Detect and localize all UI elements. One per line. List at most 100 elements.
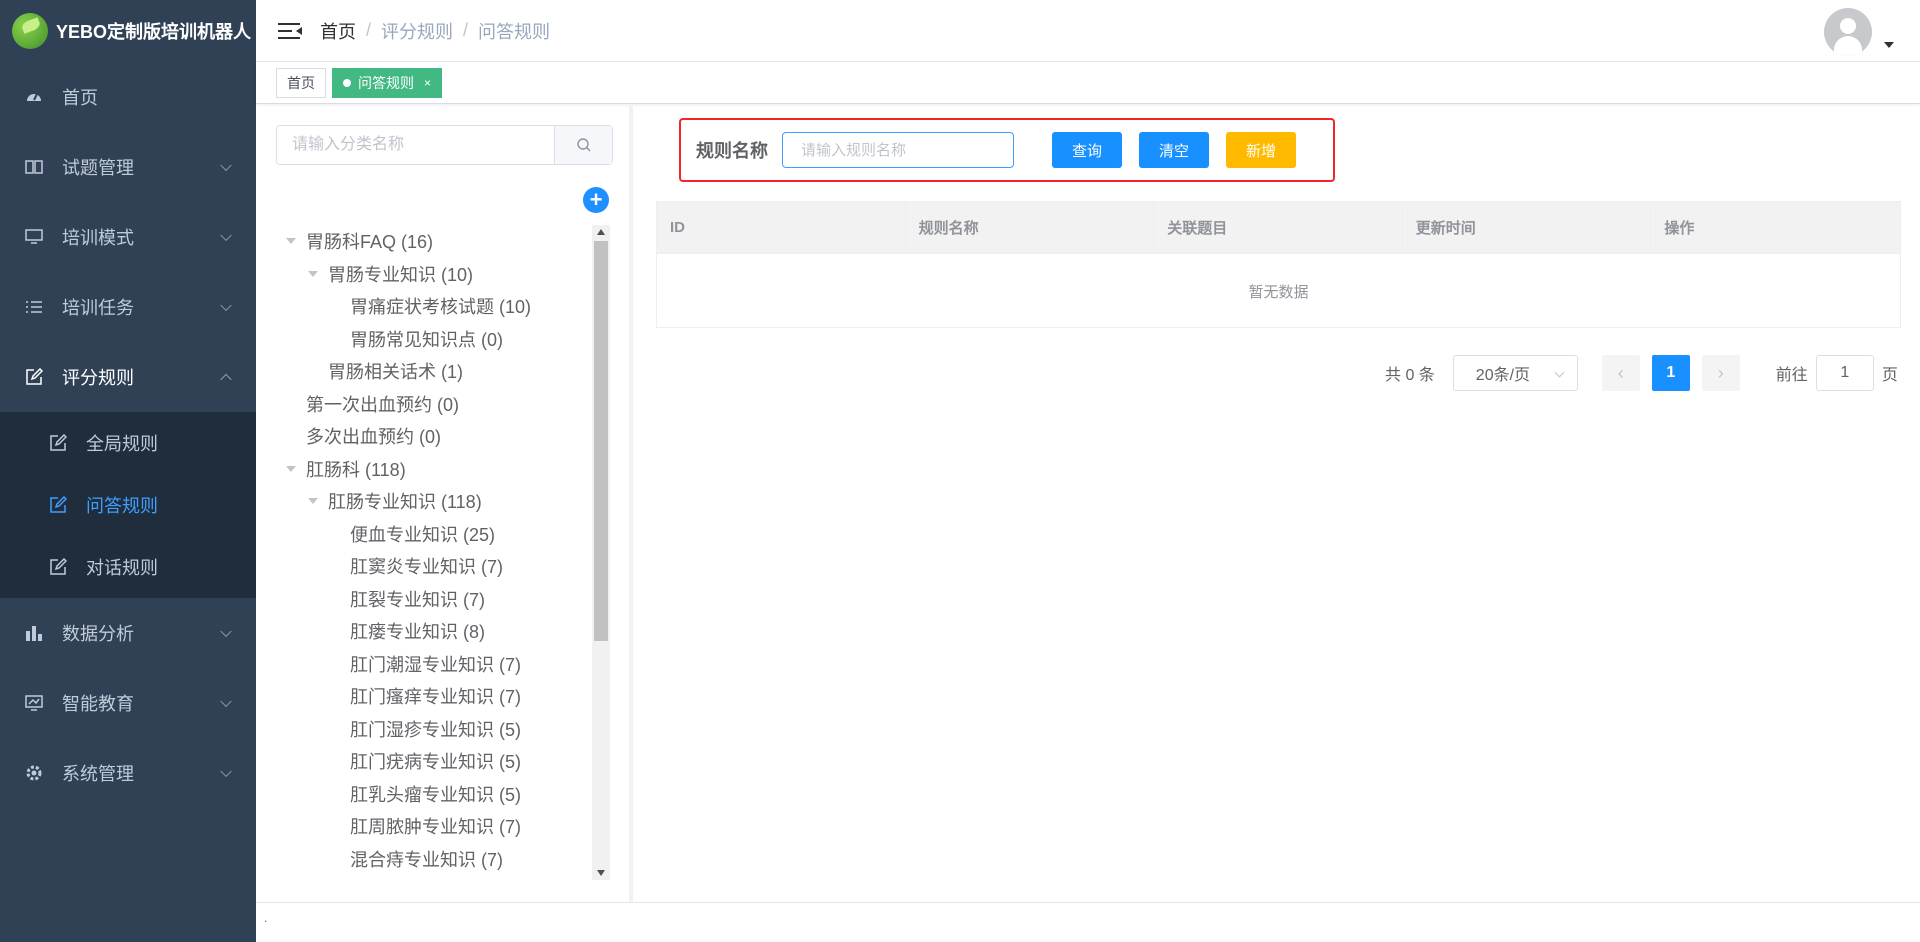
tree-node[interactable]: 混合痔专业知识 (7) [286, 843, 586, 876]
tree-node-label: 便血专业知识 (25) [350, 524, 496, 545]
tree-node[interactable]: 肛门潮湿专业知识 (7) [286, 648, 586, 681]
tree-node[interactable]: 肛门湿疹专业知识 (5) [286, 713, 586, 746]
sidebar-item-label: 智能教育 [62, 694, 134, 714]
tree-node[interactable]: 肛肠科 (118) [286, 453, 586, 486]
scroll-down-icon[interactable] [597, 870, 605, 876]
tree-node[interactable]: 肛门疣病专业知识 (5) [286, 745, 586, 778]
footer: . [256, 902, 1920, 942]
tree-node[interactable]: 胃肠相关话术 (1) [286, 355, 586, 388]
page-size-select[interactable]: 20条/页 [1452, 355, 1578, 391]
tree-node-label: 胃肠常见知识点 (0) [350, 329, 503, 350]
sidebar-item-label: 培训任务 [62, 298, 134, 318]
sidebar-item-global-rules[interactable]: 全局规则 [0, 412, 256, 474]
column-header-related-questions: 关联题目 [1154, 202, 1403, 253]
rules-table: ID 规则名称 关联题目 更新时间 操作 暂无数据 [656, 201, 1901, 328]
education-icon [24, 693, 44, 713]
edit-icon [48, 495, 68, 515]
sidebar-item-scoring-rules[interactable]: 评分规则 [0, 342, 256, 412]
caret-down-icon[interactable] [308, 498, 318, 505]
category-search-input[interactable] [277, 126, 554, 164]
menu-toggle-icon[interactable] [278, 22, 302, 40]
submenu-scoring-rules: 全局规则 问答规则 对话规则 [0, 412, 256, 598]
tree-node[interactable]: 多次出血预约 (0) [286, 420, 586, 453]
tree-node-label: 肛门潮湿专业知识 (7) [350, 654, 521, 675]
list-icon [24, 297, 44, 317]
empty-text: 暂无数据 [1248, 283, 1309, 301]
category-tree-panel: + 胃肠科FAQ (16) 胃肠专业知识 (10) 胃痛症状考核试题 (10) … [256, 105, 633, 902]
tree-node-label: 肛肠科 (118) [306, 459, 406, 480]
page-unit-label: 页 [1881, 367, 1898, 384]
tag-label: 首页 [287, 74, 315, 91]
tag-label: 问答规则 [358, 74, 414, 91]
tree-node-label: 肛窦炎专业知识 (7) [350, 557, 503, 578]
caret-down-icon[interactable] [1884, 42, 1894, 48]
tree-node[interactable]: 肛瘘专业知识 (8) [286, 615, 586, 648]
breadcrumb-scoring-rules: 评分规则 [381, 21, 454, 42]
search-icon [576, 138, 590, 152]
tree-node-label: 肛周脓肿专业知识 (7) [350, 817, 521, 838]
avatar[interactable] [1824, 8, 1872, 56]
add-category-button[interactable]: + [583, 187, 609, 213]
query-button[interactable]: 查询 [1052, 132, 1122, 168]
tree-node-label: 肛门瘙痒专业知识 (7) [350, 687, 521, 708]
rule-name-input[interactable] [782, 132, 1014, 168]
tree-node[interactable]: 胃肠常见知识点 (0) [286, 323, 586, 356]
close-icon[interactable]: × [424, 76, 431, 90]
sidebar-item-label: 试题管理 [62, 158, 134, 178]
sidebar-item-home[interactable]: 首页 [0, 62, 256, 132]
sidebar-item-dialog-rules[interactable]: 对话规则 [0, 536, 256, 598]
scrollbar-thumb[interactable] [594, 241, 608, 641]
monitor-icon [24, 227, 44, 247]
tree-node[interactable]: 肛裂专业知识 (7) [286, 583, 586, 616]
sidebar-item-smart-education[interactable]: 智能教育 [0, 668, 256, 738]
sidebar-item-qa-rules[interactable]: 问答规则 [0, 474, 256, 536]
edit-icon [48, 557, 68, 577]
tree-node[interactable]: 胃肠专业知识 (10) [286, 258, 586, 291]
top-navbar: 首页 / 评分规则 / 问答规则 [256, 0, 1920, 62]
sidebar-item-question-management[interactable]: 试题管理 [0, 132, 256, 202]
tree-node[interactable]: 胃痛症状考核试题 (10) [286, 290, 586, 323]
tree-node[interactable]: 第一次出血预约 (0) [286, 388, 586, 421]
breadcrumb-home[interactable]: 首页 [320, 18, 356, 44]
tree-node-label: 胃肠专业知识 (10) [328, 264, 474, 285]
tree-node[interactable]: 便血专业知识 (25) [286, 518, 586, 551]
tree-node[interactable]: 胃肠科FAQ (16) [286, 225, 586, 258]
sidebar-item-training-mode[interactable]: 培训模式 [0, 202, 256, 272]
sidebar-item-label: 数据分析 [62, 624, 134, 644]
tree-node[interactable]: 肛乳头瘤专业知识 (5) [286, 778, 586, 811]
next-page-button[interactable]: › [1701, 355, 1740, 391]
search-button[interactable] [554, 126, 612, 164]
chart-icon [24, 623, 44, 643]
tree-node[interactable]: 肛周脓肿专业知识 (7) [286, 810, 586, 843]
caret-down-icon[interactable] [286, 238, 296, 245]
chevron-down-icon [1554, 367, 1565, 378]
pagination-total: 共 0 条 [1385, 367, 1435, 384]
caret-down-icon[interactable] [286, 465, 296, 472]
prev-page-button[interactable]: ‹ [1601, 355, 1640, 391]
tree-node-label: 肛门湿疹专业知识 (5) [350, 719, 521, 740]
brand[interactable]: YEBO定制版培训机器人 [0, 0, 256, 62]
add-button[interactable]: 新增 [1226, 132, 1296, 168]
tree-node[interactable]: 肛窦炎专业知识 (7) [286, 550, 586, 583]
caret-down-icon[interactable] [308, 270, 318, 277]
tree-scrollbar[interactable] [592, 225, 610, 880]
tree-node-label: 多次出血预约 (0) [306, 427, 441, 448]
sidebar-item-training-tasks[interactable]: 培训任务 [0, 272, 256, 342]
goto-page-input[interactable] [1815, 355, 1874, 391]
sidebar-item-label: 全局规则 [86, 434, 158, 454]
breadcrumb-separator: / [463, 20, 469, 40]
tree-node[interactable]: 肛肠专业知识 (118) [286, 485, 586, 518]
sidebar-item-label: 培训模式 [62, 228, 134, 248]
tag-home[interactable]: 首页 [276, 67, 326, 98]
chevron-down-icon [220, 159, 232, 172]
sidebar-item-data-analysis[interactable]: 数据分析 [0, 598, 256, 668]
scroll-up-icon[interactable] [597, 229, 605, 235]
tree-node[interactable]: 肛门瘙痒专业知识 (7) [286, 680, 586, 713]
tag-qa-rules[interactable]: 问答规则 × [332, 67, 443, 98]
clear-button[interactable]: 清空 [1139, 132, 1209, 168]
active-dot-icon [343, 78, 351, 87]
chevron-up-icon [220, 373, 232, 386]
book-icon [24, 157, 44, 177]
sidebar-item-system-management[interactable]: 系统管理 [0, 738, 256, 808]
page-number-current[interactable]: 1 [1651, 355, 1690, 391]
